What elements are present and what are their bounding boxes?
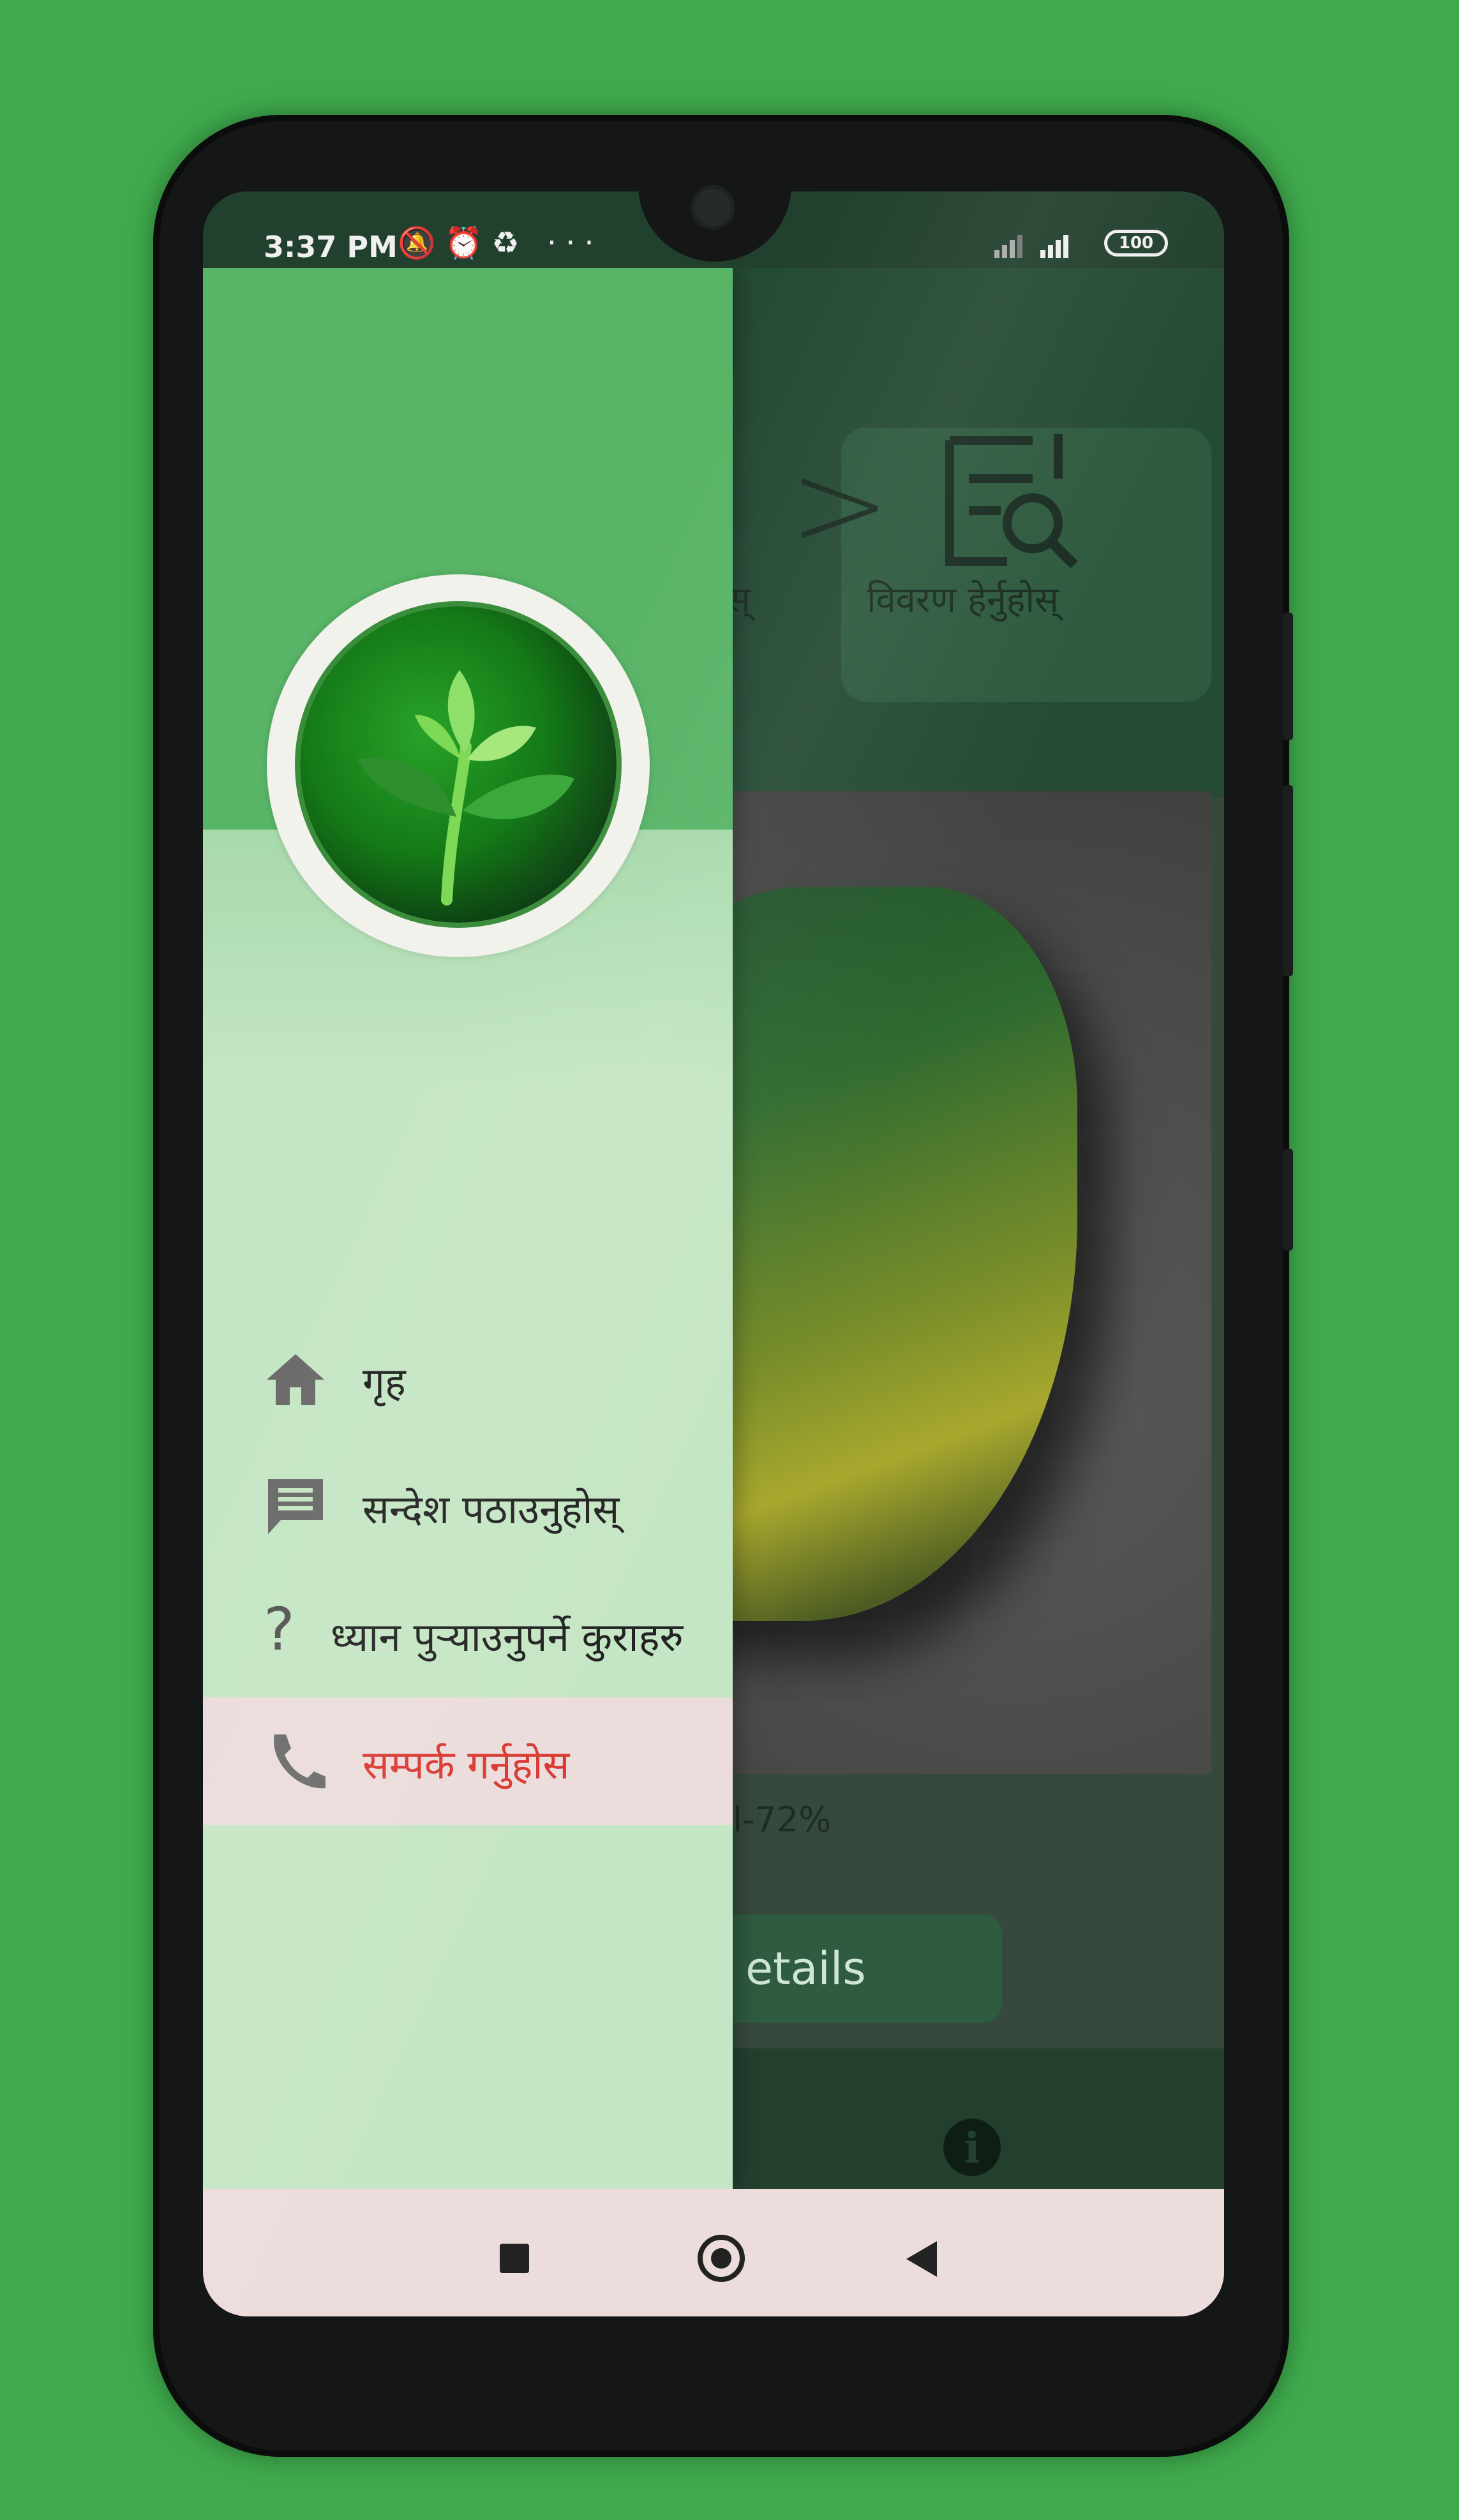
back-button[interactable] (906, 2241, 937, 2277)
home-icon (267, 1354, 324, 1405)
view-details-action-label[interactable]: विवरण हेर्नुहोस् (867, 574, 1059, 623)
document-search-icon[interactable] (931, 428, 1084, 574)
status-notification-icons: 🔕⏰♻ ··· (398, 225, 603, 261)
details-button[interactable]: etails (694, 1914, 1002, 2023)
prediction-confidence: l-72% (733, 1800, 832, 1840)
help-icon: ? (264, 1595, 295, 1664)
phone-icon (274, 1734, 325, 1789)
drawer-item-send-message[interactable]: सन्देश पठाउनुहोस् (203, 1442, 733, 1570)
home-button[interactable] (698, 2235, 745, 2282)
signal-icon (994, 235, 1068, 258)
recent-apps-button[interactable] (500, 2244, 529, 2273)
drawer-item-label: ध्यान पुऱ्याउनुपर्ने कुराहरु (331, 1614, 684, 1660)
chevron-right-icon[interactable]: > (789, 434, 890, 575)
signal-icons (994, 228, 1090, 267)
drawer-item-label: सन्देश पठाउनुहोस् (363, 1486, 620, 1533)
info-icon[interactable]: i (943, 2119, 1001, 2176)
battery-icon: 100 (1104, 230, 1168, 257)
mute-icon: 🔕 (398, 225, 445, 261)
more-notifications-icon: ··· (546, 225, 603, 261)
status-time: 3:37 PM (264, 230, 398, 264)
screen: 3:37 PM 🔕⏰♻ ··· 100 > स् विवरण हेर्नुहोस… (203, 191, 1224, 2316)
app-logo (300, 606, 617, 923)
plant-logo-icon (357, 670, 574, 906)
drawer-item-contact[interactable]: सम्पर्क गर्नुहोस (203, 1697, 733, 1825)
leaf-photo (726, 791, 1211, 1774)
power-button (1283, 1149, 1293, 1251)
volume-button (1283, 613, 1293, 740)
drawer-item-label: गृह (363, 1359, 406, 1405)
front-camera (691, 185, 735, 230)
drawer-item-things-to-note[interactable]: ? ध्यान पुऱ्याउनुपर्ने कुराहरु (203, 1570, 733, 1697)
drawer-item-label: सम्पर्क गर्नुहोस (363, 1741, 570, 1788)
navigation-drawer: गृह सन्देश पठाउनुहोस् ? ध्यान पुऱ्याउनुप… (203, 268, 733, 2189)
message-icon (268, 1479, 323, 1534)
sync-icon: ♻ (491, 225, 528, 261)
alarm-icon: ⏰ (444, 225, 492, 261)
volume-rocker (1283, 785, 1293, 976)
system-navigation-bar (203, 2189, 1224, 2316)
leaf-image (726, 887, 1077, 1621)
drawer-item-home[interactable]: गृह (203, 1315, 733, 1442)
